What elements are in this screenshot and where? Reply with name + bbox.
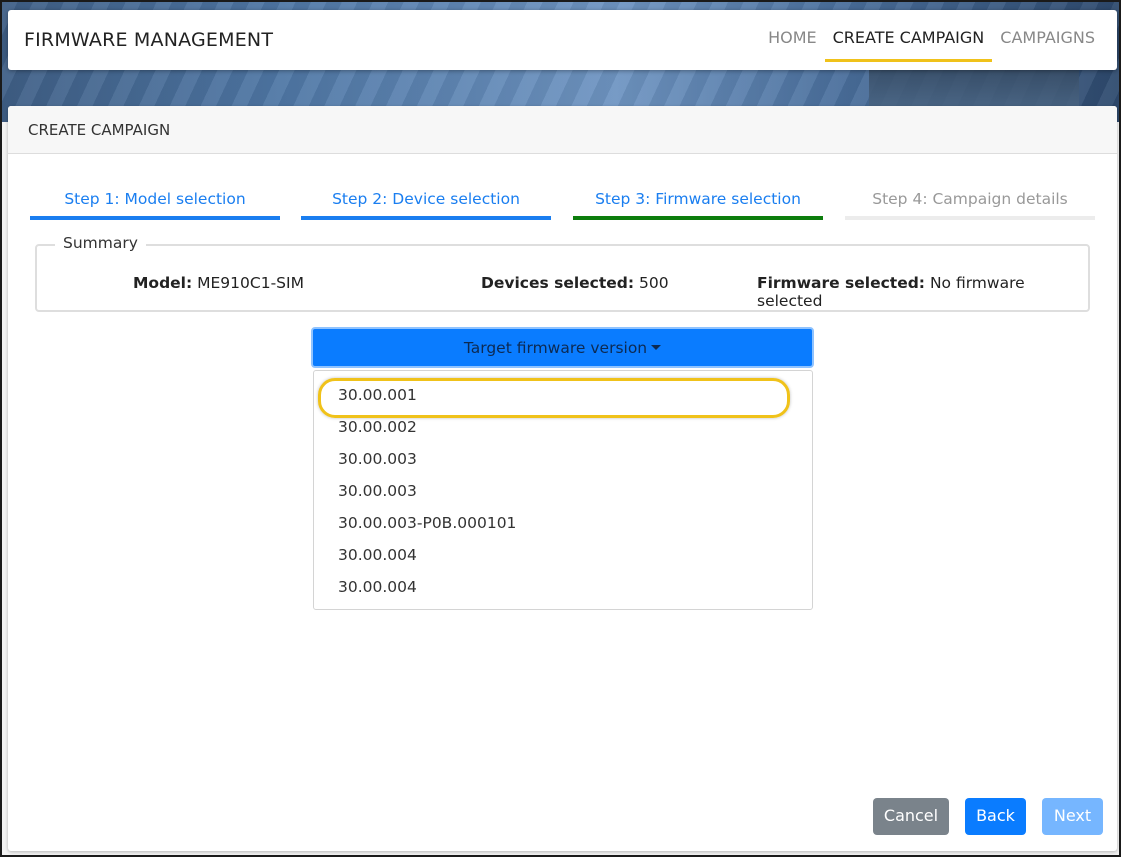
- summary-firmware: Firmware selected: No firmware selected: [757, 274, 1088, 310]
- nav-home[interactable]: HOME: [760, 10, 825, 62]
- cancel-button[interactable]: Cancel: [873, 798, 949, 835]
- step-firmware-selection[interactable]: Step 3: Firmware selection: [573, 190, 823, 220]
- firmware-option[interactable]: 30.00.003: [314, 443, 812, 475]
- step-model-selection[interactable]: Step 1: Model selection: [30, 190, 280, 220]
- firmware-option[interactable]: 30.00.003-P0B.000101: [314, 507, 812, 539]
- summary-devices-value: 500: [639, 274, 669, 292]
- top-navbar: FIRMWARE MANAGEMENT HOME CREATE CAMPAIGN…: [8, 10, 1117, 70]
- summary-legend: Summary: [55, 234, 146, 252]
- app-window: FIRMWARE MANAGEMENT HOME CREATE CAMPAIGN…: [0, 0, 1121, 857]
- wizard-steps: Step 1: Model selection Step 2: Device s…: [30, 190, 1095, 220]
- caret-down-icon: [651, 344, 662, 350]
- firmware-option[interactable]: 30.00.001: [314, 378, 812, 418]
- create-campaign-card: CREATE CAMPAIGN Step 1: Model selection …: [8, 106, 1117, 851]
- back-button[interactable]: Back: [965, 798, 1026, 835]
- firmware-option[interactable]: 30.00.004: [314, 571, 812, 603]
- summary-devices-label: Devices selected:: [481, 274, 635, 292]
- firmware-version-menu: 30.00.001 30.00.002 30.00.003 30.00.003 …: [313, 370, 813, 610]
- summary-firmware-label: Firmware selected:: [757, 274, 925, 292]
- firmware-option[interactable]: 30.00.002: [314, 411, 812, 443]
- summary-model-label: Model:: [133, 274, 193, 292]
- nav-create-campaign[interactable]: CREATE CAMPAIGN: [824, 10, 993, 62]
- firmware-option[interactable]: 30.00.004: [314, 539, 812, 571]
- nav-links: HOME CREATE CAMPAIGN CAMPAIGNS: [760, 10, 1103, 70]
- card-title: CREATE CAMPAIGN: [8, 106, 1117, 154]
- step-campaign-details: Step 4: Campaign details: [845, 190, 1095, 220]
- brand-title: FIRMWARE MANAGEMENT: [24, 29, 274, 51]
- firmware-option[interactable]: 30.00.003: [314, 475, 812, 507]
- summary-box: Summary Model: ME910C1-SIM Devices selec…: [35, 234, 1090, 312]
- nav-campaigns[interactable]: CAMPAIGNS: [992, 10, 1103, 62]
- summary-model: Model: ME910C1-SIM: [133, 274, 304, 292]
- target-firmware-dropdown[interactable]: Target firmware version: [311, 327, 814, 368]
- next-button[interactable]: Next: [1042, 798, 1103, 835]
- step-device-selection[interactable]: Step 2: Device selection: [301, 190, 551, 220]
- summary-model-value: ME910C1-SIM: [197, 274, 304, 292]
- dropdown-label: Target firmware version: [463, 339, 648, 357]
- summary-devices: Devices selected: 500: [481, 274, 669, 292]
